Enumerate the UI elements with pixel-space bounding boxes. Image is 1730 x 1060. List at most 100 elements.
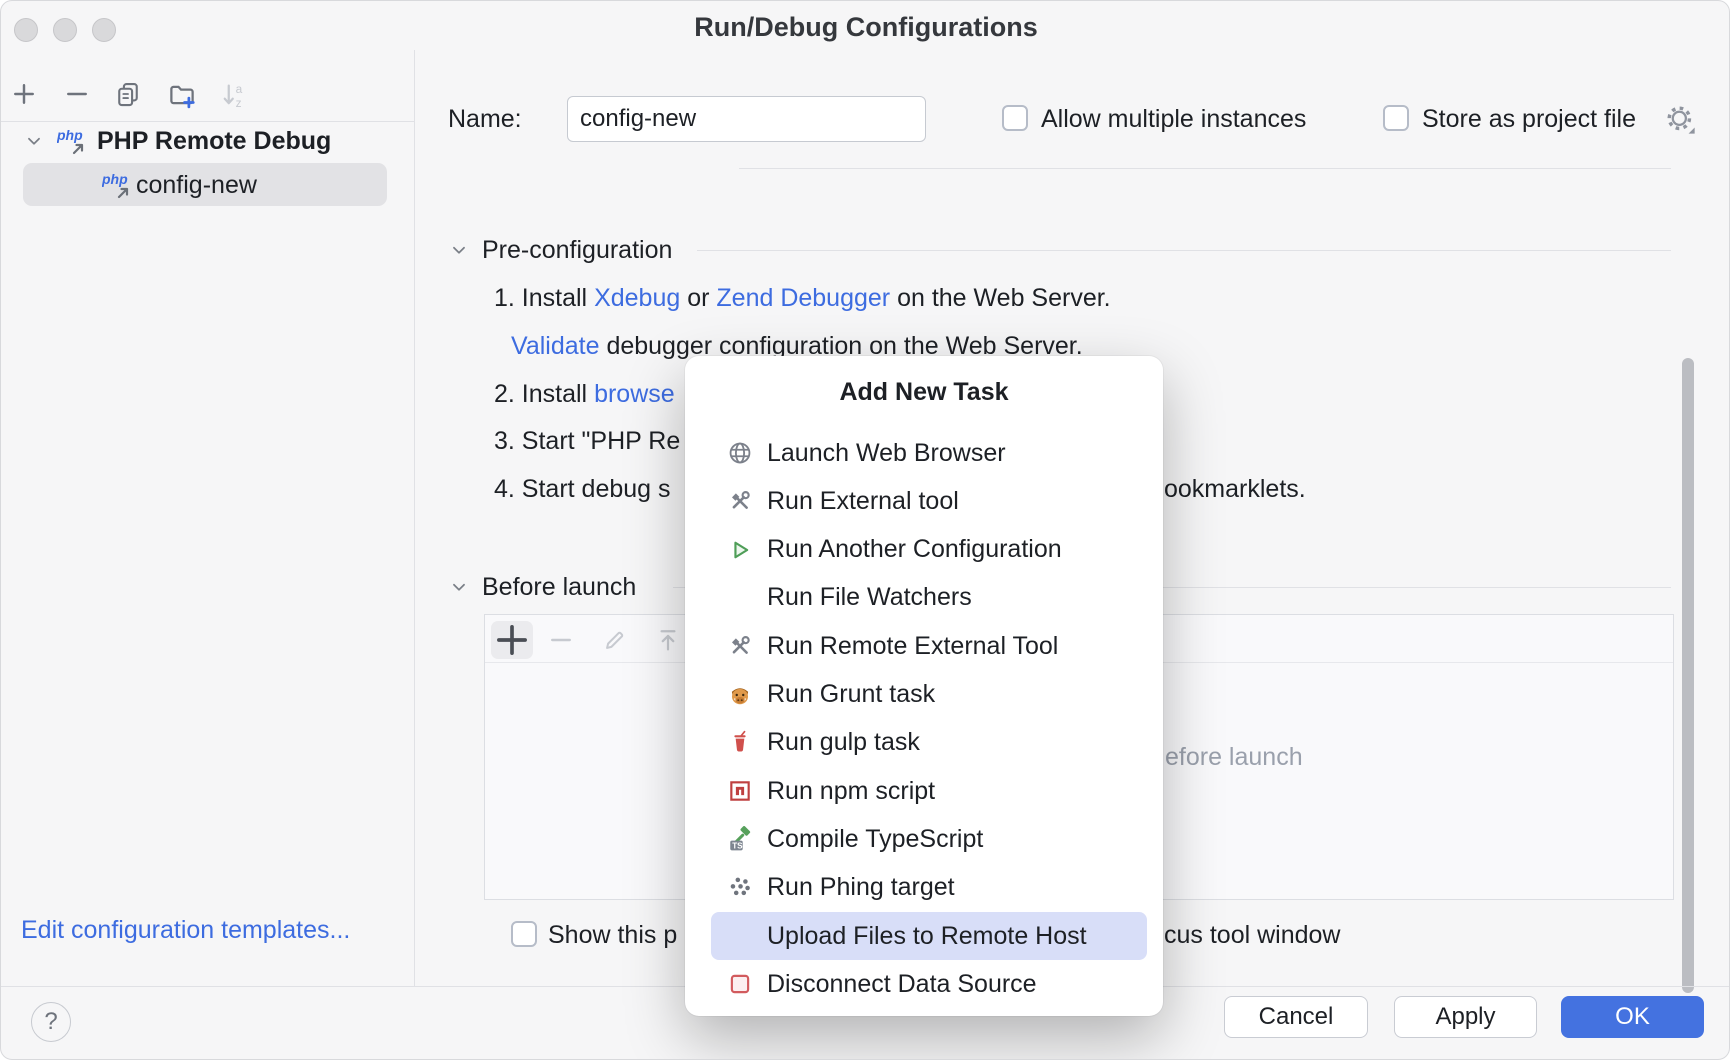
npm-icon [727, 778, 753, 804]
preconfig-collapse-chevron[interactable] [448, 239, 470, 261]
menu-item-run-file-watchers[interactable]: Run File Watchers [711, 574, 1147, 622]
menu-item-label: Run gulp task [767, 728, 920, 757]
php-config-icon: php [102, 170, 136, 200]
new-folder-button[interactable] [167, 80, 197, 110]
preconfig-step1: 1. Install Xdebug or Zend Debugger on th… [494, 284, 1111, 313]
menu-item-upload-files-to-remote-host[interactable]: Upload Files to Remote Host [711, 912, 1147, 960]
remove-configuration-button[interactable] [63, 80, 91, 108]
svg-text:php: php [57, 127, 83, 143]
tools-icon [727, 633, 753, 659]
store-as-project-file-label: Store as project file [1422, 105, 1636, 134]
menu-item-label: Launch Web Browser [767, 439, 1006, 468]
name-input[interactable]: config-new [567, 96, 926, 142]
tree-item-config-new[interactable]: php config-new [23, 163, 387, 206]
phing-icon [727, 875, 753, 901]
menu-item-label: Run External tool [767, 487, 959, 516]
sort-configurations-button[interactable]: az [220, 80, 250, 110]
add-icon [491, 619, 533, 661]
menu-item-label: Compile TypeScript [767, 825, 983, 854]
chevron-down-icon [23, 130, 45, 152]
menu-item-label: Run Remote External Tool [767, 632, 1058, 661]
popup-menu-list: Launch Web Browser Run External tool Run A… [685, 429, 1163, 1009]
name-label: Name: [448, 105, 522, 134]
before-launch-collapse-chevron[interactable] [448, 576, 470, 598]
menu-item-label: Run Phing target [767, 873, 955, 902]
show-this-page-label: Show this p [548, 921, 677, 950]
apply-button[interactable]: Apply [1394, 996, 1537, 1038]
browser-extension-link[interactable]: browse [594, 380, 675, 408]
svg-text:TS: TS [732, 842, 743, 851]
add-new-task-popup: Add New Task Launch Web Browser Run Exter… [685, 356, 1163, 1016]
zend-debugger-link[interactable]: Zend Debugger [716, 284, 890, 312]
show-this-page-checkbox[interactable] [511, 921, 537, 947]
preconfig-step2: 2. Install browse [494, 380, 675, 409]
edit-configuration-templates-link[interactable]: Edit configuration templates... [21, 916, 350, 945]
popup-title: Add New Task [685, 378, 1163, 407]
main-scrollbar[interactable] [1682, 358, 1694, 993]
header-separator [739, 168, 1671, 169]
before-launch-remove-button[interactable] [547, 626, 575, 654]
preconfig-step4-left: 4. Start debug s [494, 475, 671, 504]
chevron-down-icon [448, 576, 470, 598]
add-configuration-button[interactable] [10, 80, 38, 108]
svg-text:a: a [236, 82, 243, 96]
before-launch-placeholder: efore launch [1165, 743, 1303, 772]
question-mark-icon: ? [44, 1008, 57, 1036]
gear-icon [1664, 103, 1696, 135]
sidebar-divider [414, 50, 415, 986]
menu-item-label: Upload Files to Remote Host [767, 922, 1087, 951]
before-launch-edit-button[interactable] [601, 626, 629, 654]
before-launch-header: Before launch [482, 573, 636, 602]
tree-group-label: PHP Remote Debug [97, 127, 331, 156]
help-button[interactable]: ? [31, 1002, 71, 1042]
store-as-project-file-checkbox[interactable] [1383, 105, 1409, 131]
gulp-icon [727, 730, 753, 756]
allow-multiple-instances-checkbox[interactable] [1002, 105, 1028, 131]
chevron-down-icon [448, 239, 470, 261]
preconfig-step4-right: ookmarklets. [1164, 475, 1306, 504]
name-input-value: config-new [580, 105, 696, 133]
tree-group-php-remote-debug[interactable]: php PHP Remote Debug [23, 125, 403, 157]
new-folder-icon [167, 80, 197, 110]
disconnect-icon [727, 971, 753, 997]
cancel-button[interactable]: Cancel [1224, 996, 1368, 1038]
menu-item-run-npm-script[interactable]: Run npm script [711, 767, 1147, 815]
menu-item-run-phing-target[interactable]: Run Phing target [711, 864, 1147, 912]
store-settings-gear-button[interactable] [1664, 103, 1696, 135]
validate-link[interactable]: Validate [511, 332, 600, 360]
menu-item-label: Run Another Configuration [767, 535, 1062, 564]
dialog-title: Run/Debug Configurations [1, 12, 1730, 43]
menu-item-label: Disconnect Data Source [767, 970, 1037, 999]
menu-item-run-gulp-task[interactable]: Run gulp task [711, 719, 1147, 767]
menu-item-label: Run npm script [767, 777, 935, 806]
copy-icon [114, 80, 142, 108]
add-icon [10, 80, 38, 108]
menu-item-run-remote-external-tool[interactable]: Run Remote External Tool [711, 622, 1147, 670]
before-launch-add-button[interactable] [491, 621, 533, 659]
typescript-icon: TS [727, 826, 753, 852]
play-icon [727, 537, 753, 563]
svg-text:z: z [236, 96, 242, 110]
run-debug-configurations-dialog: Run/Debug Configurations az php PHP Remo… [0, 0, 1730, 1060]
menu-item-compile-typescript[interactable]: TS Compile TypeScript [711, 815, 1147, 863]
ok-button[interactable]: OK [1561, 996, 1704, 1038]
copy-configuration-button[interactable] [114, 80, 142, 108]
php-remote-debug-icon: php [57, 126, 91, 156]
menu-item-run-external-tool[interactable]: Run External tool [711, 477, 1147, 525]
menu-item-disconnect-data-source[interactable]: Disconnect Data Source [711, 960, 1147, 1008]
menu-item-run-another-configuration[interactable]: Run Another Configuration [711, 526, 1147, 574]
upload-icon [654, 626, 682, 654]
focus-tool-window-label: cus tool window [1164, 921, 1340, 950]
menu-item-run-grunt-task[interactable]: Run Grunt task [711, 671, 1147, 719]
svg-text:php: php [102, 171, 128, 187]
none-icon [727, 585, 753, 611]
pencil-icon [601, 626, 629, 654]
tree-item-label: config-new [136, 171, 257, 200]
allow-multiple-instances-label: Allow multiple instances [1041, 105, 1306, 134]
remove-icon [63, 80, 91, 108]
none-icon [727, 923, 753, 949]
menu-item-launch-web-browser[interactable]: Launch Web Browser [711, 429, 1147, 477]
before-launch-move-up-button[interactable] [654, 626, 682, 654]
menu-item-label: Run File Watchers [767, 583, 972, 612]
xdebug-link[interactable]: Xdebug [594, 284, 680, 312]
